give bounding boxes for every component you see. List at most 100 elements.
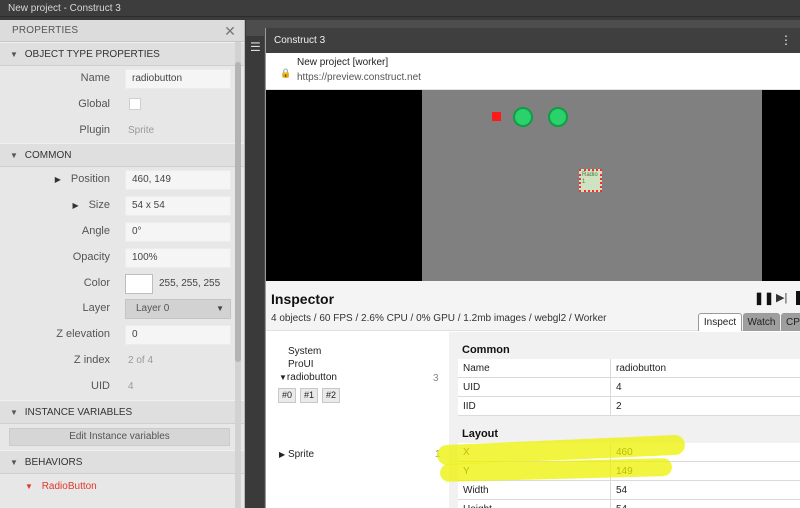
window-title: New project - Construct 3 [0, 0, 800, 17]
group-title-common: Common [462, 344, 510, 356]
behavior-label: RadioButton [41, 480, 97, 492]
step-icon[interactable]: ▶| [776, 291, 787, 304]
property-label: Z index [73, 353, 110, 366]
editor-side-strip: ☰ [246, 36, 264, 508]
hamburger-menu-icon[interactable]: ☰ [250, 40, 261, 54]
row-key: UID [463, 382, 481, 393]
property-plugin: Plugin Sprite [0, 118, 244, 144]
row-value: 4 [616, 382, 622, 393]
property-label: UID [91, 379, 110, 392]
preview-page-title: New project [worker] [297, 57, 389, 68]
uid-value: 4 [128, 380, 134, 392]
color-swatch[interactable] [125, 273, 153, 294]
layout-area: Radio 1 [422, 90, 762, 281]
property-global: Global [0, 92, 244, 118]
position-field[interactable]: 460, 149 [125, 170, 231, 191]
name-field[interactable]: radiobutton [125, 69, 231, 89]
overflow-icon[interactable] [796, 291, 800, 305]
tree-count: 3 [433, 373, 439, 384]
tree-item-label: radiobutton [286, 372, 337, 383]
property-z-elevation: Z elevation 0 [0, 322, 244, 348]
property-label: Name [80, 72, 110, 84]
tree-item-sprite[interactable]: ▶ Sprite [279, 449, 314, 460]
instance-button[interactable]: #1 [300, 388, 318, 403]
inspector-stats: 4 objects / 60 FPS / 2.6% CPU / 0% GPU /… [271, 313, 607, 324]
z-index-value: 2 of 4 [128, 354, 154, 366]
tab-inspect[interactable]: Inspect [698, 313, 742, 331]
row-value[interactable]: radiobutton [616, 359, 666, 378]
property-name: Name radiobutton [0, 66, 244, 92]
expand-triangle-icon[interactable]: ▶ [72, 201, 78, 210]
property-opacity: Opacity 100% [0, 245, 244, 271]
z-elevation-field[interactable]: 0 [125, 325, 231, 346]
instance-button[interactable]: #0 [278, 388, 296, 403]
property-position: ▶ Position 460, 149 [0, 167, 244, 193]
property-color: Color 255, 255, 255 [0, 271, 244, 297]
plugin-value: Sprite [128, 124, 155, 136]
radiobutton-sprite[interactable]: Radio 1 [579, 169, 602, 192]
tab-cpu[interactable]: CP [781, 313, 800, 331]
tab-watch[interactable]: Watch [743, 313, 780, 331]
group-title-layout: Layout [462, 428, 499, 440]
section-object-type-properties[interactable]: ▼ OBJECT TYPE PROPERTIES [0, 42, 244, 66]
collapse-triangle-icon: ▼ [25, 481, 33, 491]
collapse-triangle-icon: ▼ [10, 407, 18, 417]
property-z-index: Z index 2 of 4 [0, 348, 244, 374]
property-label: Plugin [79, 123, 110, 136]
green-circle-sprite [548, 107, 568, 127]
more-options-icon[interactable]: ⋮ [780, 28, 792, 53]
expand-triangle-icon[interactable]: ▶ [55, 175, 61, 184]
preview-url: https://preview.construct.net [297, 72, 421, 83]
row-value[interactable]: 54 [616, 481, 627, 500]
color-value[interactable]: 255, 255, 255 [159, 271, 220, 296]
properties-panel: PROPERTIES ✕ ▼ OBJECT TYPE PROPERTIES Na… [0, 20, 245, 508]
layer-select[interactable]: Layer 0 ▼ [125, 299, 231, 320]
section-title: OBJECT TYPE PROPERTIES [24, 49, 160, 60]
inspector-header: Inspector 4 objects / 60 FPS / 2.6% CPU … [266, 281, 800, 331]
object-tree: System ProUI ▼radiobutton 3 #0 #1 #2 ▶ S… [266, 332, 448, 508]
section-common[interactable]: ▼ COMMON [0, 143, 244, 168]
row-key: Height [463, 500, 492, 508]
property-label: Color [83, 276, 110, 289]
properties-title: PROPERTIES [12, 25, 79, 36]
opacity-field[interactable]: 100% [125, 247, 231, 268]
collapse-triangle-icon: ▼ [10, 50, 18, 59]
common-table: Name radiobutton UID 4 IID 2 [458, 359, 800, 416]
property-label: Opacity [72, 250, 110, 263]
pause-icon[interactable]: ❚❚ [754, 291, 774, 305]
table-row: Name radiobutton [458, 359, 800, 378]
table-row: UID 4 [458, 378, 800, 397]
game-canvas[interactable]: Radio 1 [266, 90, 800, 281]
row-key: IID [463, 401, 476, 412]
collapse-triangle-icon: ▼ [279, 373, 287, 382]
row-key: Name [463, 363, 490, 374]
preview-titlebar: Construct 3 ⋮ [266, 28, 800, 53]
preview-window: Construct 3 ⋮ 🔒 New project [worker] htt… [265, 28, 800, 508]
property-inspector: Common Name radiobutton UID 4 IID 2 Layout … [449, 332, 800, 508]
section-title: COMMON [24, 150, 72, 162]
chevron-down-icon: ▼ [216, 304, 224, 314]
row-key: Width [463, 485, 489, 496]
row-value: 2 [616, 401, 622, 412]
property-size: ▶ Size 54 x 54 [0, 193, 244, 219]
layer-selected-value: Layer 0 [136, 303, 170, 315]
angle-field[interactable]: 0° [125, 221, 231, 242]
instance-button[interactable]: #2 [322, 388, 340, 403]
green-circle-sprite [513, 107, 533, 127]
section-instance-variables[interactable]: ▼ INSTANCE VARIABLES [0, 399, 244, 424]
global-checkbox[interactable] [129, 97, 141, 110]
preview-title: Construct 3 [274, 35, 326, 46]
tree-item-system[interactable]: System [288, 346, 321, 357]
behavior-radiobutton[interactable]: ▼ RadioButton [0, 474, 244, 499]
row-value[interactable]: 54 [616, 500, 627, 508]
properties-header: PROPERTIES ✕ [0, 20, 244, 42]
tree-item-radiobutton[interactable]: ▼radiobutton [279, 372, 337, 383]
property-label: Global [78, 97, 110, 110]
tree-item-proui[interactable]: ProUI [288, 359, 314, 370]
table-row: Height 54 [458, 500, 800, 508]
section-behaviors[interactable]: ▼ BEHAVIORS [0, 449, 244, 474]
close-icon[interactable]: ✕ [224, 20, 236, 42]
size-field[interactable]: 54 x 54 [125, 196, 231, 217]
edit-instance-variables-button[interactable]: Edit Instance variables [9, 427, 230, 446]
red-square-sprite [492, 112, 501, 121]
